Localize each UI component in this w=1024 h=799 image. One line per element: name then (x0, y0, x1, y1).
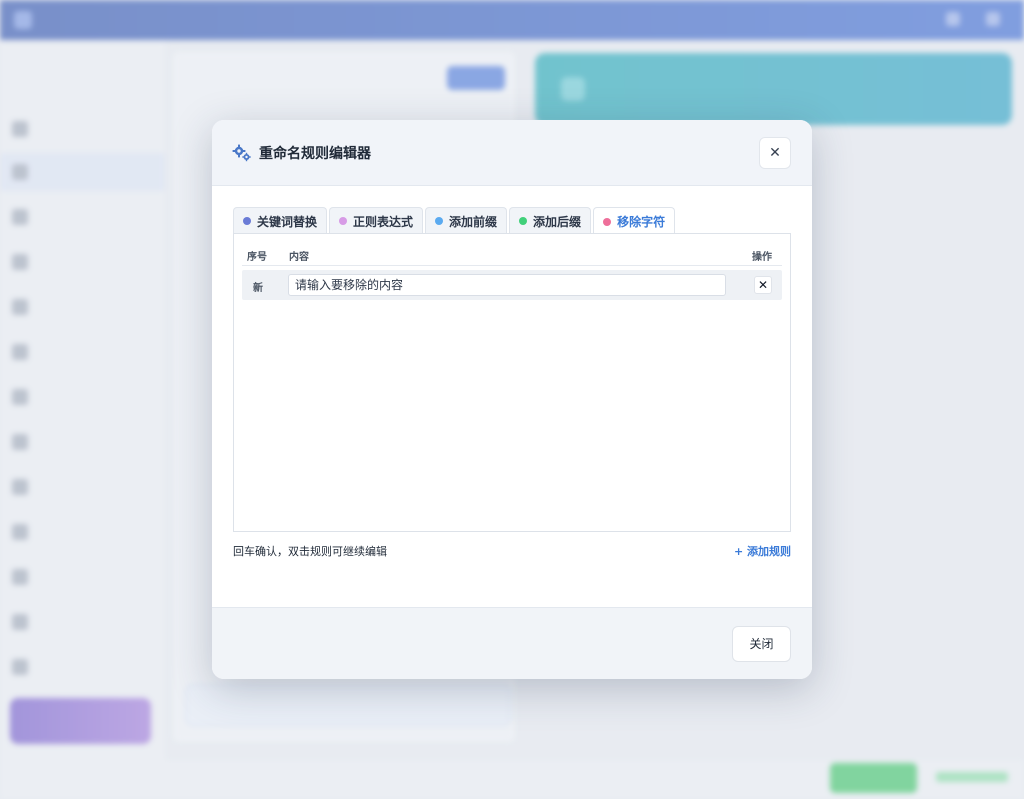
modal-header: 重命名规则编辑器 ✕ (212, 120, 812, 186)
delete-row-icon-button[interactable]: ✕ (754, 276, 772, 294)
close-button[interactable]: 关闭 (732, 626, 791, 662)
tab-remove-characters[interactable]: 移除字符 (593, 207, 676, 235)
rename-rule-editor-modal: 重命名规则编辑器 ✕ 关键词替换 正则表达式 添加前缀 添加后缀 移除字符 序号… (212, 120, 812, 679)
close-icon-button[interactable]: ✕ (759, 137, 791, 169)
rules-table: 序号 内容 操作 新 ✕ (233, 233, 791, 532)
tab-dot-icon (603, 217, 612, 226)
tab-keyword-replace[interactable]: 关键词替换 (233, 207, 328, 234)
tab-label: 移除字符 (617, 215, 666, 229)
row-seq: 新 (253, 283, 263, 294)
edit-hint-text: 回车确认，双击规则可继续编辑 (233, 545, 387, 558)
tab-add-prefix[interactable]: 添加前缀 (425, 207, 508, 234)
tab-label: 正则表达式 (353, 214, 414, 229)
tab-dot-icon (435, 217, 444, 225)
rule-type-tabs: 关键词替换 正则表达式 添加前缀 添加后缀 移除字符 (233, 207, 677, 235)
tab-label: 关键词替换 (257, 214, 318, 229)
add-rule-button[interactable]: + 添加规则 (734, 543, 791, 559)
remove-content-input[interactable] (288, 274, 726, 296)
tab-label: 添加前缀 (449, 214, 498, 229)
tab-regex[interactable]: 正则表达式 (329, 207, 424, 234)
column-header-seq: 序号 (247, 252, 267, 263)
modal-title: 重命名规则编辑器 (259, 146, 371, 162)
tab-dot-icon (519, 217, 528, 225)
tab-label: 添加后缀 (533, 214, 582, 229)
table-row-new: 新 ✕ (242, 270, 782, 300)
tab-dot-icon (243, 217, 251, 225)
column-header-content: 内容 (289, 252, 309, 263)
tab-dot-icon (339, 217, 348, 225)
column-header-action: 操作 (752, 252, 772, 263)
header-divider (242, 265, 782, 266)
tab-add-suffix[interactable]: 添加后缀 (509, 207, 592, 234)
modal-footer: 关闭 (212, 607, 812, 679)
gears-icon (232, 144, 251, 162)
